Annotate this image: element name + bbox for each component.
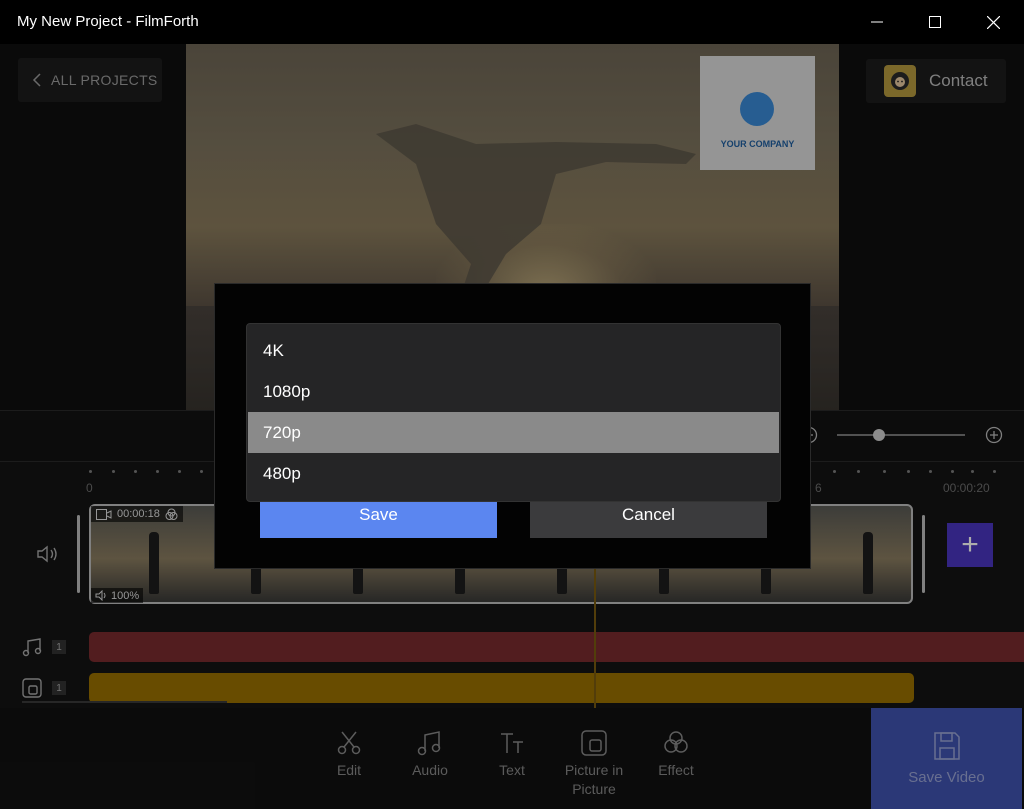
title-bar: My New Project - FilmForth <box>0 0 1024 44</box>
maximize-icon <box>929 16 941 28</box>
resolution-option-480p[interactable]: 480p <box>248 453 779 494</box>
close-button[interactable] <box>964 0 1022 44</box>
resolution-option-1080p[interactable]: 1080p <box>248 371 779 412</box>
minimize-icon <box>871 21 883 23</box>
minimize-button[interactable] <box>848 0 906 44</box>
maximize-button[interactable] <box>906 0 964 44</box>
resolution-option-4k[interactable]: 4K <box>248 330 779 371</box>
close-icon <box>986 15 1000 29</box>
resolution-option-720p[interactable]: 720p <box>248 412 779 453</box>
resolution-dropdown-list: 4K 1080p 720p 480p <box>246 323 781 502</box>
window-title: My New Project - FilmForth <box>17 13 199 30</box>
filmforth-window: My New Project - FilmForth ALL PROJECTS … <box>0 0 1024 809</box>
